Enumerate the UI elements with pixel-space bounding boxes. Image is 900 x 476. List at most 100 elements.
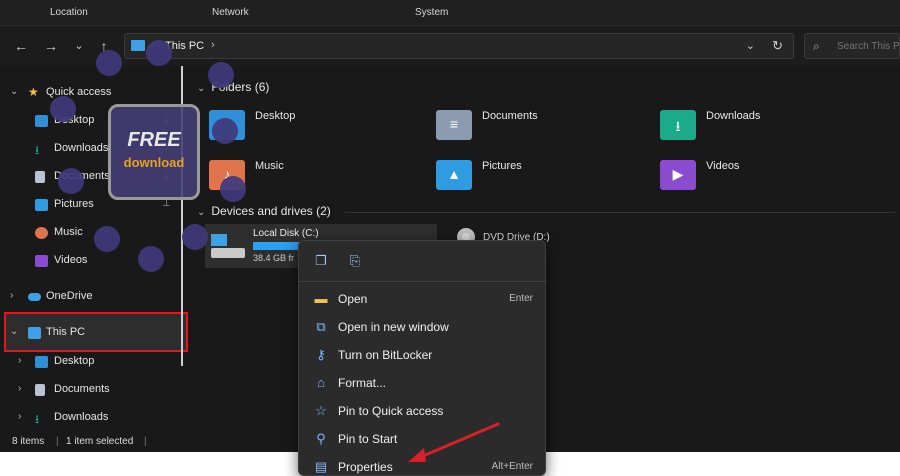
watermark-node	[212, 118, 238, 144]
downloads-folder-icon: ⭳	[660, 110, 696, 140]
sidebar-label: OneDrive	[46, 290, 93, 302]
sidebar-label: Downloads	[54, 411, 109, 423]
context-menu: ❐ ⎘ ▬ Open Enter ⧉ Open in new window ⚷ …	[298, 240, 547, 476]
chevron-down-icon[interactable]: ⌄	[10, 86, 18, 97]
chevron-right-icon[interactable]: ›	[10, 290, 13, 301]
status-items-count: 8 items	[12, 436, 45, 447]
menu-item-open-new-window[interactable]: ⧉ Open in new window	[303, 314, 543, 340]
document-icon	[35, 384, 45, 396]
desktop-folder-icon	[35, 115, 48, 127]
chevron-right-icon[interactable]: ›	[18, 411, 21, 422]
menu-item-shortcut: Alt+Enter	[491, 461, 533, 472]
folder-label: Music	[255, 160, 284, 172]
new-window-icon: ⧉	[316, 319, 326, 334]
document-icon	[35, 171, 45, 183]
chevron-right-icon[interactable]: ›	[18, 355, 21, 366]
menu-item-bitlocker[interactable]: ⚷ Turn on BitLocker	[303, 342, 543, 368]
folder-pictures[interactable]: ▲ Pictures	[436, 156, 646, 196]
watermark-node	[50, 96, 76, 122]
folder-label: Desktop	[255, 110, 296, 122]
folder-documents[interactable]: ≡ Documents	[436, 106, 646, 146]
copy-icon[interactable]: ❐	[313, 253, 329, 269]
watermark-node	[58, 168, 84, 194]
folder-open-icon: ▬	[314, 291, 328, 306]
download-icon: ⭳	[35, 143, 40, 157]
star-icon: ★	[28, 85, 39, 99]
music-icon	[35, 227, 48, 239]
sidebar-item-onedrive[interactable]: › OneDrive	[0, 286, 180, 308]
cloud-icon	[28, 293, 41, 301]
ribbon-tab-network[interactable]: Network	[212, 7, 249, 18]
folder-videos[interactable]: ▶ Videos	[660, 156, 870, 196]
back-arrow-icon[interactable]: ←	[12, 37, 30, 55]
documents-folder-icon: ≡	[436, 110, 472, 140]
drive-name: Local Disk (C:)	[253, 228, 319, 239]
key-icon: ⚷	[316, 347, 326, 362]
star-icon: ☆	[315, 403, 327, 418]
sidebar-label: Documents	[54, 383, 110, 395]
red-highlight-box	[4, 312, 188, 352]
folder-label: Pictures	[482, 160, 522, 172]
folder-desktop[interactable]: Desktop	[209, 106, 419, 146]
watermark-node	[208, 62, 234, 88]
videos-icon	[35, 255, 48, 267]
chevron-right-icon[interactable]: ›	[18, 383, 21, 394]
rename-icon[interactable]: ⎘	[347, 253, 363, 269]
watermark-node	[96, 50, 122, 76]
watermark-node	[146, 40, 172, 66]
watermark-node	[138, 246, 164, 272]
ribbon-bar: Location Network System	[0, 0, 900, 26]
chevron-down-icon[interactable]: ⌄	[746, 39, 755, 52]
folder-label: Documents	[482, 110, 538, 122]
forward-arrow-icon[interactable]: →	[42, 37, 60, 55]
folder-label: Videos	[706, 160, 740, 172]
ribbon-tab-system[interactable]: System	[415, 7, 448, 18]
menu-item-pin-start[interactable]: ⚲ Pin to Start	[303, 426, 543, 452]
sidebar-item-pc-documents[interactable]: › Documents	[0, 379, 180, 401]
watermark-text: download	[123, 155, 185, 170]
menu-item-label: Pin to Start	[338, 432, 398, 446]
menu-item-label: Turn on BitLocker	[338, 348, 433, 362]
folder-downloads[interactable]: ⭳ Downloads	[660, 106, 870, 146]
menu-item-label: Open in new window	[338, 320, 449, 334]
sidebar-item-pc-desktop[interactable]: › Desktop	[0, 351, 180, 373]
watermark-text: FREE	[127, 129, 181, 151]
videos-folder-icon: ▶	[660, 160, 696, 190]
sidebar-label: Music	[54, 226, 83, 238]
status-selected: 1 item selected	[66, 436, 134, 447]
pictures-icon	[35, 199, 48, 211]
download-icon: ⭳	[35, 412, 40, 426]
search-input[interactable]	[837, 38, 900, 54]
menu-item-label: Properties	[338, 460, 393, 474]
menu-item-label: Open	[338, 292, 368, 306]
desktop-folder-icon	[35, 356, 48, 368]
menu-item-label: Format...	[338, 376, 387, 390]
search-box[interactable]: ⌕	[804, 33, 900, 59]
search-icon: ⌕	[813, 39, 820, 53]
menu-item-pin-quick-access[interactable]: ☆ Pin to Quick access	[303, 398, 543, 424]
refresh-icon[interactable]: ↻	[772, 38, 783, 54]
watermark-node	[94, 226, 120, 252]
menu-item-properties[interactable]: ▤ Properties Alt+Enter	[303, 454, 543, 476]
menu-item-shortcut: Enter	[509, 293, 533, 304]
status-separator: |	[56, 436, 59, 447]
folder-label: Downloads	[706, 110, 761, 122]
pictures-folder-icon: ▲	[436, 160, 472, 190]
watermark-node	[182, 224, 208, 250]
pin-icon: ⚲	[316, 431, 326, 446]
menu-item-label: Pin to Quick access	[338, 404, 444, 418]
watermark-node	[220, 176, 246, 202]
menu-item-open[interactable]: ▬ Open Enter	[303, 286, 543, 312]
status-separator: |	[144, 436, 147, 447]
section-divider	[345, 212, 895, 213]
properties-icon: ▤	[314, 459, 328, 474]
format-icon: ⌂	[317, 375, 325, 390]
drive-free-space: 38.4 GB fr	[253, 253, 295, 263]
sidebar-item-pc-downloads[interactable]: › ⭳ Downloads	[0, 407, 180, 429]
sidebar-label: Desktop	[54, 355, 95, 367]
watermark-logo: FREE download	[50, 40, 246, 280]
ribbon-tab-location[interactable]: Location	[50, 7, 88, 18]
menu-divider	[299, 281, 547, 282]
menu-item-format[interactable]: ⌂ Format...	[303, 370, 543, 396]
watermark-badge: FREE download	[108, 104, 200, 200]
